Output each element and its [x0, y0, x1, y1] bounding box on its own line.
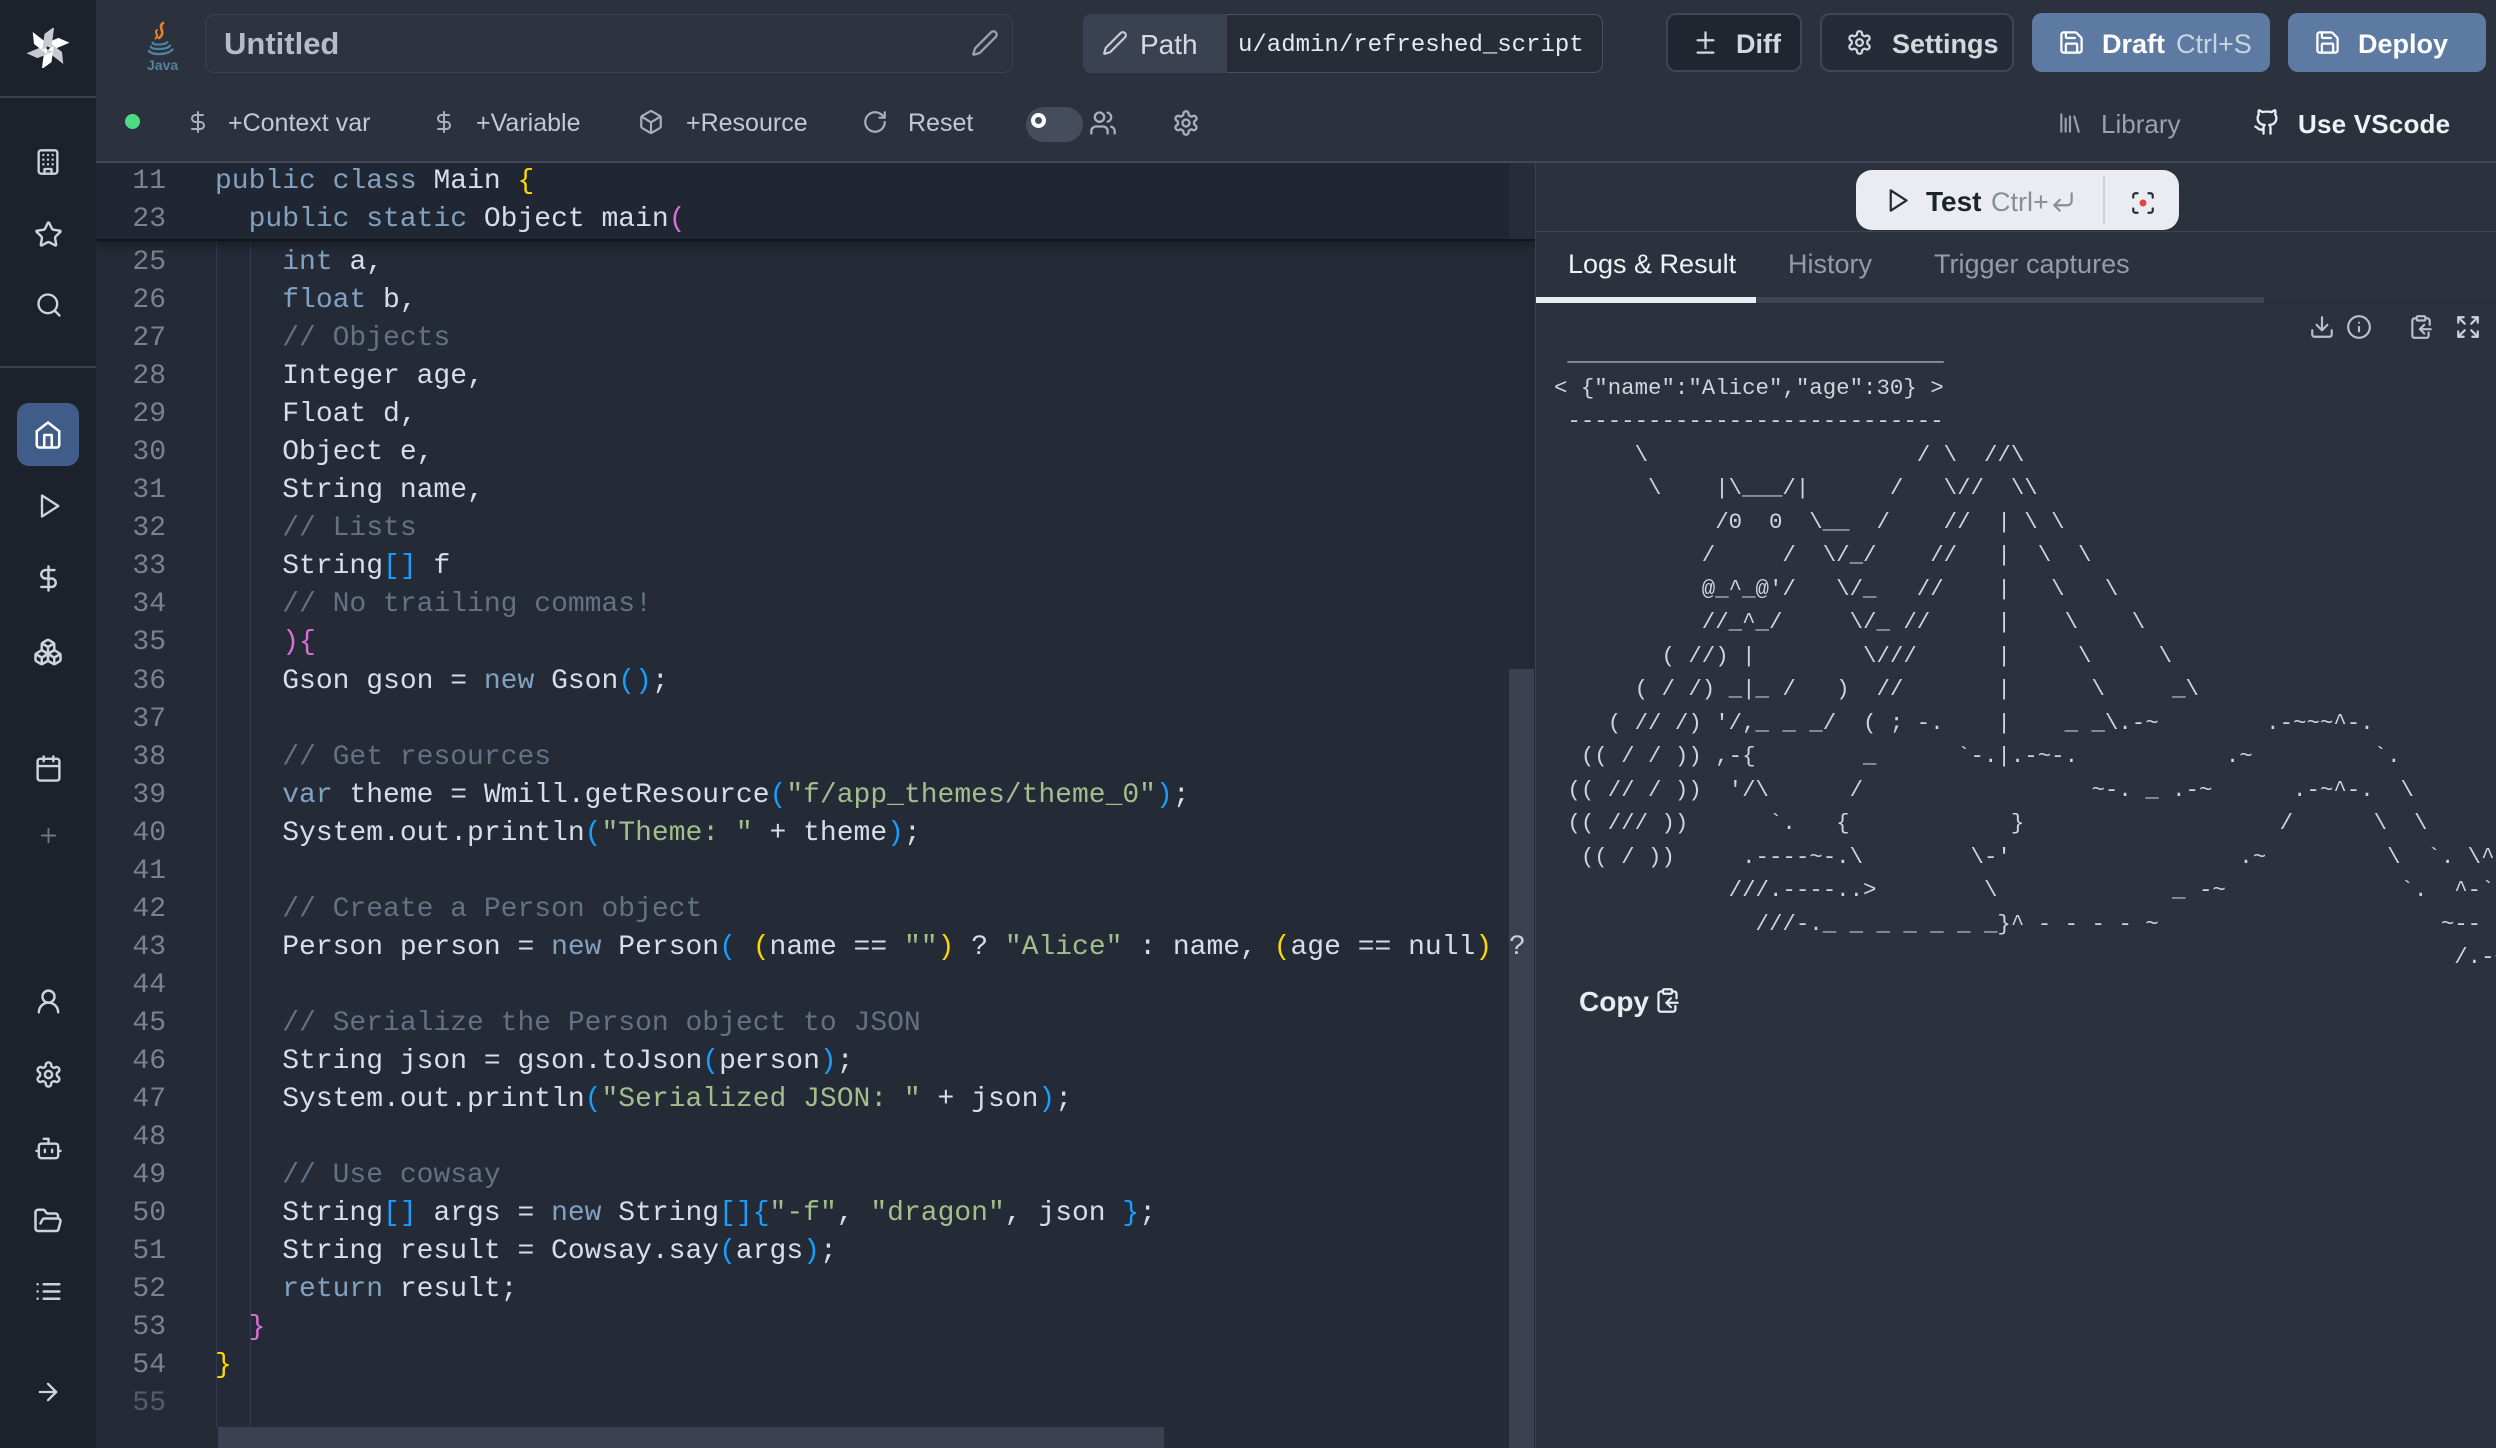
svg-text:Java: Java: [147, 57, 178, 73]
